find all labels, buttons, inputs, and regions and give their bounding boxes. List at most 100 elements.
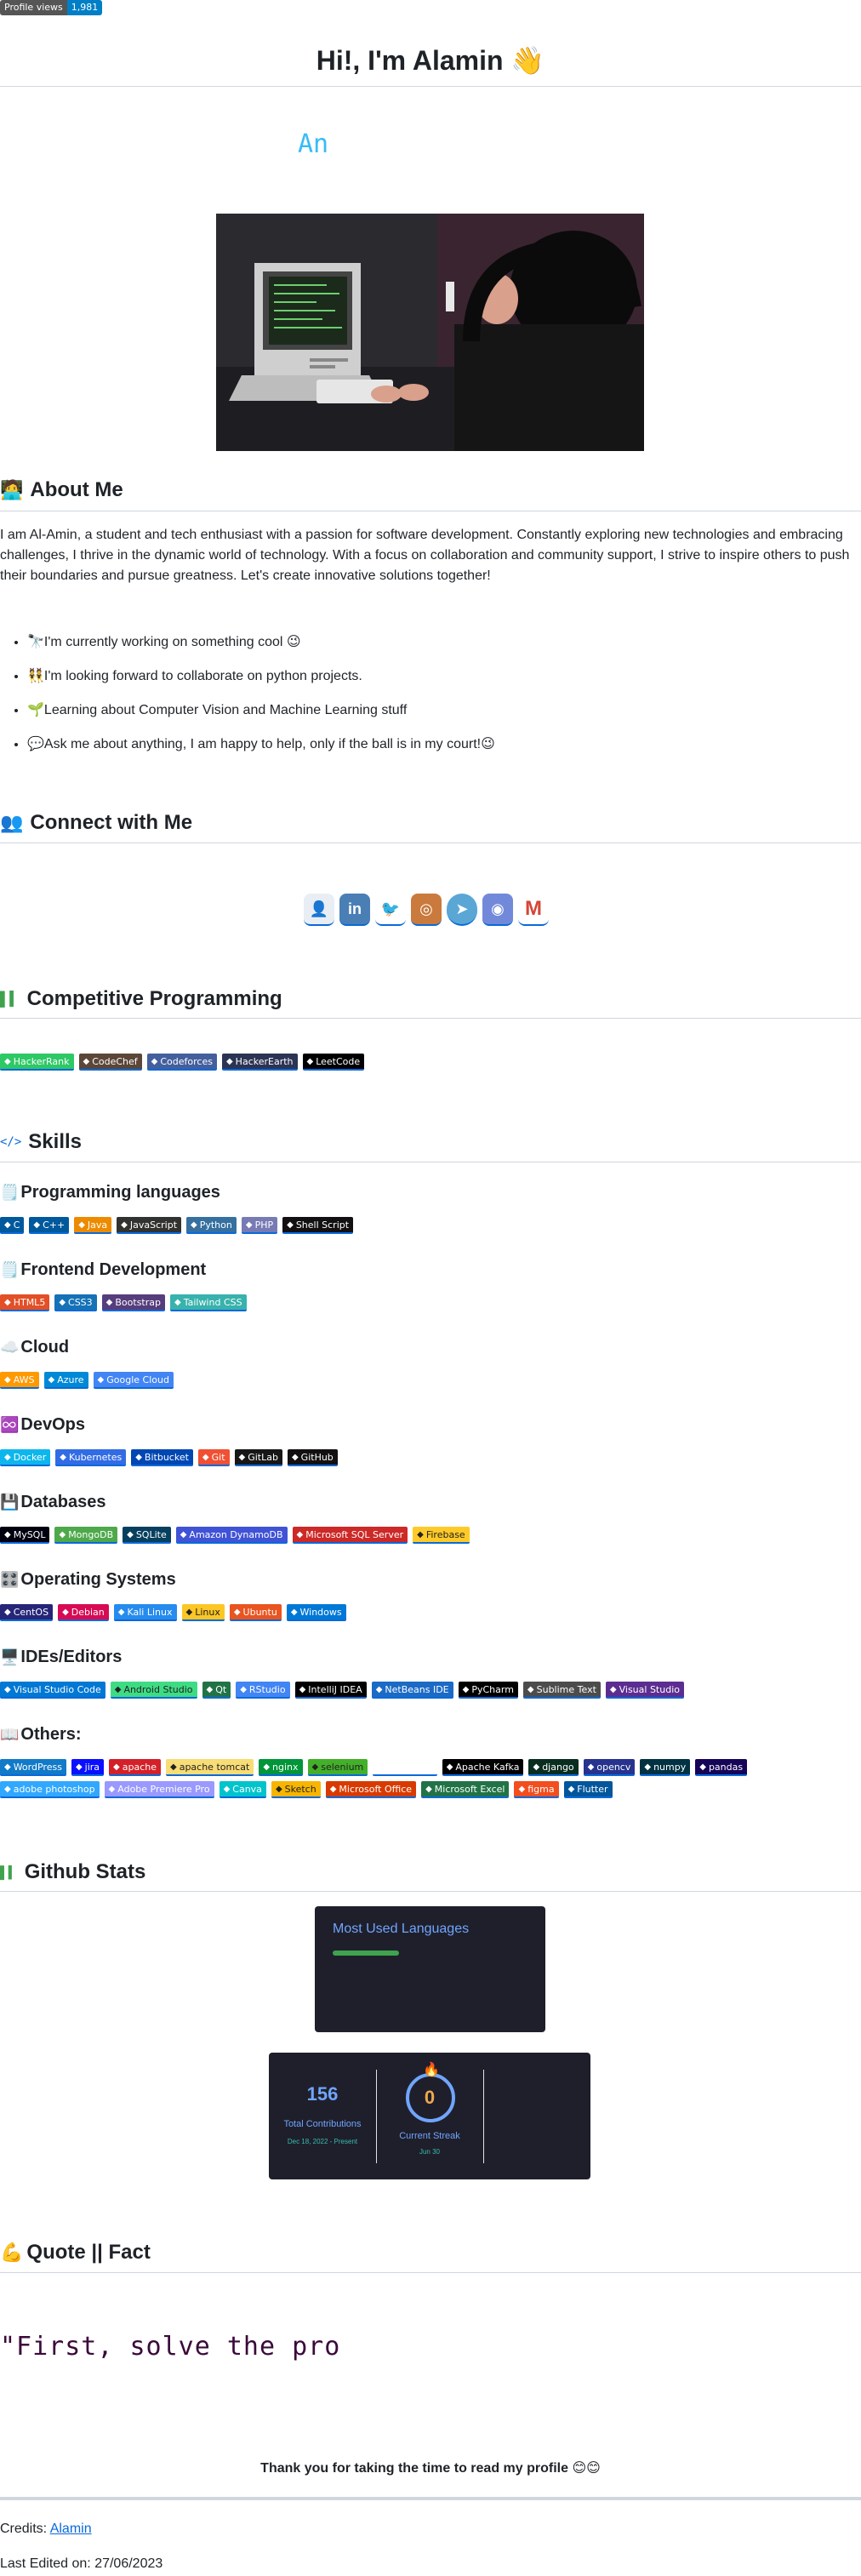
badge-logo-icon: ◆: [191, 1219, 197, 1230]
skill-badge[interactable]: ◆ Kali Linux: [113, 1604, 177, 1621]
badge-logo-icon: ◆: [329, 1784, 337, 1794]
skill-badge[interactable]: ◆ Canva: [219, 1781, 266, 1798]
skill-badge[interactable]: ◆ PHP: [241, 1217, 278, 1234]
skill-badge[interactable]: ◆ Firebase: [413, 1527, 470, 1544]
portfolio-icon[interactable]: 👤: [304, 894, 334, 926]
instagram-icon[interactable]: ◎: [411, 894, 442, 926]
badge-logo-icon: ◆: [108, 1784, 116, 1794]
skill-badge[interactable]: ◆ Linux: [181, 1604, 225, 1621]
badge-label: Google Cloud: [106, 1374, 169, 1385]
skill-badge[interactable]: ◆ C++: [29, 1217, 70, 1234]
skill-badge[interactable]: ◆ Ubuntu: [229, 1604, 282, 1621]
skill-badge[interactable]: ◆ C: [0, 1217, 25, 1234]
skill-badge[interactable]: ◆ numpy: [640, 1759, 691, 1776]
skill-badge-row: ◆ AWS ◆ Azure ◆ Google Cloud: [0, 1372, 851, 1389]
skill-badge[interactable]: ◆ adobe photoshop: [0, 1781, 100, 1798]
skill-badge[interactable]: ◆ selenium: [307, 1759, 368, 1776]
skill-badge[interactable]: ◆ IntelliJ IDEA: [294, 1682, 367, 1699]
skill-badge[interactable]: ◆ Bitbucket: [131, 1449, 193, 1466]
gmail-icon[interactable]: M: [518, 894, 549, 926]
badge-logo-icon: ◆: [33, 1219, 41, 1230]
skill-badge[interactable]: ◆ Python: [186, 1217, 237, 1234]
linkedin-icon[interactable]: in: [339, 894, 370, 926]
skill-badge[interactable]: ◆ apache tomcat: [166, 1759, 254, 1776]
skill-badge[interactable]: ◆ Debian: [58, 1604, 109, 1621]
skill-badge[interactable]: ◆ HackerEarth: [221, 1054, 298, 1071]
skill-badge[interactable]: ◆ JavaScript: [117, 1217, 182, 1234]
skill-badge[interactable]: ◆ PyCharm: [458, 1682, 518, 1699]
badge-label: HackerRank: [13, 1055, 70, 1067]
skill-badge[interactable]: ◆ Adobe Premiere Pro: [104, 1781, 214, 1798]
skill-badge[interactable]: ◆ Docker: [0, 1449, 51, 1466]
skill-badge[interactable]: ◆ Anaconda: [373, 1759, 437, 1776]
total-contributions-range: Dec 18, 2022 - Present: [287, 2138, 358, 2145]
quote-text: "First, solve the pro: [0, 2332, 341, 2362]
badge-logo-icon: ◆: [245, 1219, 253, 1230]
skill-badge[interactable]: ◆ HackerRank: [0, 1054, 74, 1071]
skill-group-title: IDEs/Editors: [20, 1648, 123, 1666]
skill-badge[interactable]: ◆ Tailwind CSS: [169, 1294, 247, 1311]
skill-badge[interactable]: ◆ pandas: [695, 1759, 748, 1776]
badge-logo-icon: ◆: [275, 1784, 282, 1794]
skill-badge[interactable]: ◆ MySQL: [0, 1527, 50, 1544]
badge-label: CodeChef: [92, 1055, 138, 1067]
skill-badge[interactable]: ◆ CodeChef: [78, 1054, 142, 1071]
skill-badge[interactable]: ◆ HTML5: [0, 1294, 50, 1311]
skill-badge[interactable]: ◆ jira: [71, 1759, 105, 1776]
skill-badge[interactable]: ◆ Shell Script: [282, 1217, 354, 1234]
skill-badge[interactable]: ◆ Azure: [43, 1372, 88, 1389]
skill-badge[interactable]: ◆ nginx: [259, 1759, 303, 1776]
quote-heading: 💪 Quote || Fact: [0, 2241, 151, 2265]
credits-link[interactable]: Alamin: [50, 2522, 92, 2536]
skill-badge[interactable]: ◆ apache: [109, 1759, 161, 1776]
skill-badge[interactable]: ◆ Android Studio: [110, 1682, 197, 1699]
badge-label: adobe photoshop: [13, 1783, 95, 1795]
skill-badge[interactable]: ◆ django: [528, 1759, 579, 1776]
skill-badge[interactable]: ◆ Visual Studio: [605, 1682, 684, 1699]
skill-badge[interactable]: ◆ LeetCode: [302, 1054, 365, 1071]
skill-badge[interactable]: ◆ Sublime Text: [522, 1682, 601, 1699]
skill-badge[interactable]: ◆ Apache Kafka: [442, 1759, 524, 1776]
skill-badge[interactable]: ◆ CentOS: [0, 1604, 54, 1621]
badge-label: Codeforces: [160, 1055, 213, 1067]
badge-logo-icon: ◆: [117, 1607, 125, 1617]
skill-badge[interactable]: ◆ opencv: [583, 1759, 636, 1776]
skill-badge[interactable]: ◆ CSS3: [54, 1294, 97, 1311]
skill-badge[interactable]: ◆ AWS: [0, 1372, 39, 1389]
skill-badge[interactable]: ◆ Windows: [286, 1604, 346, 1621]
skill-badge[interactable]: ◆ Microsoft Excel: [421, 1781, 510, 1798]
skill-badge[interactable]: ◆ Qt: [202, 1682, 231, 1699]
skill-badge[interactable]: ◆ GitLab: [234, 1449, 282, 1466]
skill-badge[interactable]: ◆ MongoDB: [54, 1527, 118, 1544]
skill-badge[interactable]: ◆ SQLite: [123, 1527, 171, 1544]
skill-badge[interactable]: ◆ Bootstrap: [101, 1294, 165, 1311]
twitter-icon[interactable]: 🐦: [375, 894, 406, 926]
skill-badge[interactable]: ◆ Flutter: [563, 1781, 613, 1798]
skill-badge[interactable]: ◆ RStudio: [236, 1682, 290, 1699]
skill-badge[interactable]: ◆ Git: [197, 1449, 230, 1466]
telegram-icon[interactable]: ➤: [447, 894, 477, 926]
badge-logo-icon: ◆: [4, 1607, 11, 1617]
badge-logo-icon: ◆: [4, 1784, 11, 1794]
skill-badge[interactable]: ◆ Sketch: [271, 1781, 321, 1798]
skill-badge[interactable]: ◆ Codeforces: [146, 1054, 217, 1071]
badge-label: Microsoft Excel: [434, 1783, 505, 1795]
skill-badge[interactable]: ◆ Visual Studio Code: [0, 1682, 105, 1699]
skill-badge[interactable]: ◆ Java: [74, 1217, 112, 1234]
skill-group-heading: ♾️ DevOps: [0, 1415, 85, 1435]
skill-badge[interactable]: ◆ Google Cloud: [93, 1372, 174, 1389]
divider: [0, 2272, 861, 2273]
skill-badge[interactable]: ◆ Amazon DynamoDB: [175, 1527, 288, 1544]
profile-views-label: Profile views: [0, 0, 67, 15]
skill-group-heading: 🖥️ IDEs/Editors: [0, 1648, 122, 1667]
badge-label: WordPress: [13, 1761, 62, 1773]
skill-badge[interactable]: ◆ WordPress: [0, 1759, 66, 1776]
skill-badge[interactable]: ◆ GitHub: [287, 1449, 338, 1466]
discord-icon[interactable]: ◉: [482, 894, 513, 926]
skill-badge[interactable]: ◆ Microsoft Office: [325, 1781, 417, 1798]
skill-badge[interactable]: ◆ Microsoft SQL Server: [292, 1527, 408, 1544]
skill-badge[interactable]: ◆ NetBeans IDE: [371, 1682, 453, 1699]
current-streak-range: Jun 30: [419, 2148, 441, 2156]
skill-badge[interactable]: ◆ figma: [514, 1781, 559, 1798]
skill-badge[interactable]: ◆ Kubernetes: [55, 1449, 127, 1466]
